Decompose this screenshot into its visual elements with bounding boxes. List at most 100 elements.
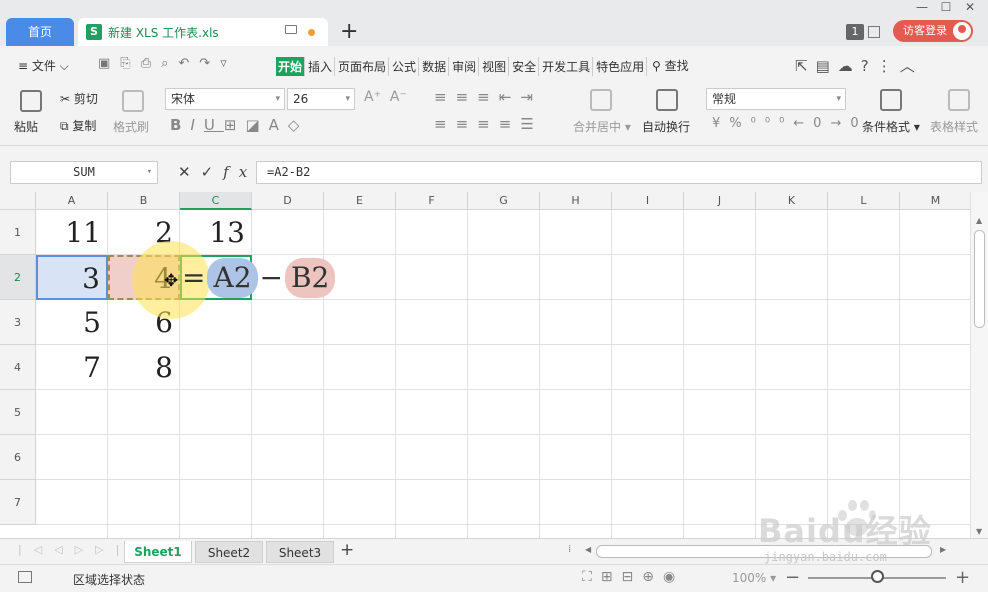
add-sheet-icon[interactable]: + (340, 540, 354, 560)
next-sheet-icon[interactable]: ▷ (75, 543, 95, 556)
tab-insert[interactable]: 插入 (306, 57, 336, 76)
column-header-f[interactable]: F (396, 192, 468, 210)
font-name-select[interactable]: 宋体 ▾ (165, 88, 285, 110)
vertical-scroll-thumb[interactable] (974, 230, 985, 328)
normal-view-icon[interactable]: ⊞ (601, 569, 622, 585)
window-count-badge[interactable]: 1 (846, 24, 864, 40)
file-menu[interactable]: ≡ 文件 ⌵ (18, 57, 69, 74)
customize-icon[interactable]: ▿ (220, 56, 237, 71)
minimize-button[interactable]: — (910, 0, 934, 14)
column-header-e[interactable]: E (324, 192, 396, 210)
percent-icon[interactable]: % (729, 116, 750, 131)
status-mode-icon[interactable] (18, 571, 32, 583)
column-header-g[interactable]: G (468, 192, 540, 210)
clear-icon[interactable]: ◇ (288, 116, 309, 134)
row-header-4[interactable]: 4 (0, 345, 36, 390)
row-header-6[interactable]: 6 (0, 435, 36, 480)
tab-review[interactable]: 审阅 (450, 57, 480, 76)
number-format-select[interactable]: 常规 ▾ (706, 88, 846, 110)
decrease-font-icon[interactable]: A⁻ (390, 89, 407, 105)
tab-data[interactable]: 数据 (420, 57, 450, 76)
apps-grid-icon[interactable] (868, 26, 880, 38)
paste-button[interactable]: 粘贴 (14, 118, 38, 135)
border-icon[interactable]: ⊞ (224, 116, 246, 134)
zoom-out-icon[interactable]: − (785, 567, 800, 588)
cell-a4[interactable]: 7 (36, 345, 108, 390)
print-preview-icon[interactable]: ⌕ (161, 56, 178, 71)
row-header-1[interactable]: 1 (0, 210, 36, 255)
print-icon[interactable]: ⎙ (141, 56, 161, 71)
fx-icon[interactable]: fx (223, 163, 257, 181)
sheet-tab-2[interactable]: Sheet2 (195, 541, 263, 563)
underline-icon[interactable]: U (204, 116, 224, 134)
spreadsheet-grid[interactable]: A B C D E F G H I J K L M 1 2 3 4 5 6 7 … (0, 192, 988, 538)
table-style-button[interactable]: 表格样式 (930, 118, 978, 135)
column-header-a[interactable]: A (36, 192, 108, 210)
column-header-d[interactable]: D (252, 192, 324, 210)
tab-page-layout[interactable]: 页面布局 (336, 57, 390, 76)
share-icon[interactable]: ⇱ (795, 57, 816, 75)
italic-icon[interactable]: I (190, 116, 203, 134)
font-color-icon[interactable]: A (269, 116, 288, 134)
merge-center-button[interactable]: 合并居中 ▾ (573, 118, 631, 135)
in-cell-formula-editor[interactable]: = A2− B2 (182, 258, 336, 298)
column-header-j[interactable]: J (684, 192, 756, 210)
search-button[interactable]: ⚲ 查找 (652, 57, 689, 74)
close-button[interactable]: ✕ (958, 0, 982, 14)
distribute-icon[interactable]: ☰ (520, 115, 542, 133)
prev-sheet-icon[interactable]: ◁ (54, 543, 74, 556)
wrap-text-button[interactable]: 自动换行 (642, 118, 690, 135)
name-box[interactable]: SUM ▾ (10, 161, 158, 184)
save-icon[interactable]: ▣ (98, 56, 120, 71)
increase-decimal-icon[interactable]: ←0 (793, 116, 830, 131)
tab-view[interactable]: 视图 (480, 57, 510, 76)
merge-center-icon[interactable] (590, 89, 612, 111)
conditional-format-icon[interactable] (880, 89, 902, 111)
format-painter-button[interactable]: 格式刷 (113, 118, 149, 135)
confirm-formula-icon[interactable]: ✓ (201, 163, 224, 181)
table-style-icon[interactable] (948, 89, 970, 111)
column-header-c[interactable]: C (180, 192, 252, 210)
column-header-i[interactable]: I (612, 192, 684, 210)
tab-developer[interactable]: 开发工具 (540, 57, 594, 76)
first-sheet-icon[interactable]: |◁ (18, 543, 54, 556)
align-middle-icon[interactable]: ≡ (456, 88, 478, 106)
sheet-tab-3[interactable]: Sheet3 (266, 541, 334, 563)
zoom-in-icon[interactable]: + (955, 567, 970, 588)
tab-splitter-icon[interactable]: ⁞ (568, 544, 571, 555)
tab-home[interactable]: 首页 (6, 18, 74, 46)
fullscreen-icon[interactable]: ⛶ (582, 569, 601, 585)
currency-icon[interactable]: ¥ (712, 116, 729, 131)
font-size-select[interactable]: 26 ▾ (287, 88, 355, 110)
tab-document[interactable]: S 新建 XLS 工作表.xls (78, 18, 328, 46)
format-painter-icon[interactable] (122, 90, 144, 112)
wrap-text-icon[interactable] (656, 89, 678, 111)
column-header-b[interactable]: B (108, 192, 180, 210)
redo-icon[interactable]: ↷ (199, 56, 220, 71)
conditional-format-button[interactable]: 条件格式 ▾ (862, 118, 920, 135)
indent-increase-icon[interactable]: ⇥ (520, 88, 542, 106)
bold-icon[interactable]: B (170, 116, 190, 134)
cell-b4[interactable]: 8 (108, 345, 180, 390)
collapse-ribbon-icon[interactable]: ︿ (900, 57, 923, 75)
column-header-h[interactable]: H (540, 192, 612, 210)
eye-protect-icon[interactable]: ◉ (663, 569, 684, 585)
align-center-icon[interactable]: ≡ (456, 115, 478, 133)
align-left-icon[interactable]: ≡ (434, 115, 456, 133)
select-all-corner[interactable] (0, 192, 36, 210)
row-header-5[interactable]: 5 (0, 390, 36, 435)
cloud-icon[interactable]: ☁ (838, 57, 861, 75)
more-icon[interactable]: ⋮ (877, 57, 900, 75)
column-header-k[interactable]: K (756, 192, 828, 210)
indent-decrease-icon[interactable]: ⇤ (499, 88, 521, 106)
increase-font-icon[interactable]: A⁺ (364, 89, 381, 105)
new-tab-plus-icon[interactable]: + (340, 20, 358, 44)
copy-button[interactable]: ⧉ 复制 (60, 117, 96, 134)
formula-input[interactable]: =A2-B2 (256, 161, 982, 184)
zoom-level[interactable]: 100% ▾ (732, 571, 776, 585)
vertical-scrollbar[interactable]: ▲ ▼ (970, 192, 988, 538)
align-right-icon[interactable]: ≡ (477, 115, 499, 133)
row-header-2[interactable]: 2 (0, 255, 36, 300)
tab-security[interactable]: 安全 (510, 57, 540, 76)
cancel-formula-icon[interactable]: ✕ (178, 163, 201, 181)
